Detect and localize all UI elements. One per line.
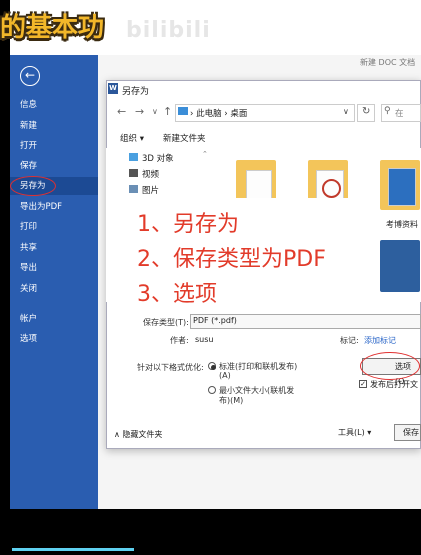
sidebar-item-export-pdf[interactable]: 导出为PDF xyxy=(10,198,98,216)
back-icon[interactable]: ← xyxy=(117,105,126,118)
pictures-icon xyxy=(129,185,138,193)
refresh-icon: ↻ xyxy=(362,106,371,117)
pc-icon xyxy=(178,107,188,115)
annotation-line-1: 1、另存为 xyxy=(137,212,239,237)
sidebar-item-save[interactable]: 保存 xyxy=(10,157,98,175)
author-label: 作者: xyxy=(170,336,189,345)
tree-item-videos[interactable]: 视频 xyxy=(142,168,159,180)
sidebar-item-options[interactable]: 选项 xyxy=(10,330,98,348)
folder-icon[interactable] xyxy=(380,160,420,210)
back-arrow-icon[interactable]: ← xyxy=(20,66,40,86)
address-path: › 此电脑 › 桌面 xyxy=(190,109,248,119)
save-button[interactable]: 保存 xyxy=(394,424,421,441)
new-folder-button[interactable]: 新建文件夹 xyxy=(163,132,206,144)
scroll-up-icon[interactable]: ⌃ xyxy=(202,150,208,158)
progress-accent xyxy=(12,548,134,551)
folder-icon[interactable] xyxy=(380,240,420,292)
document-title: 新建 DOC 文档 xyxy=(360,58,416,67)
tools-menu[interactable]: 工具(L) ▾ xyxy=(338,427,371,438)
annotation-line-2: 2、保存类型为PDF xyxy=(137,247,326,272)
dialog-title: 另存为 xyxy=(122,87,150,97)
open-after-publish-label: 发布后打开文 xyxy=(370,380,418,389)
sidebar-item-account[interactable]: 帐户 xyxy=(10,310,98,328)
author-field[interactable]: susu xyxy=(195,335,213,344)
tree-item-pictures[interactable]: 图片 xyxy=(142,184,159,196)
tag-label: 标记: xyxy=(340,336,359,345)
optimize-label: 针对以下格式优化: xyxy=(137,363,204,372)
3d-objects-icon xyxy=(129,153,138,161)
sidebar-item-open[interactable]: 打开 xyxy=(10,137,98,155)
sidebar-item-print[interactable]: 打印 xyxy=(10,218,98,236)
chevron-down-icon[interactable]: ∨ xyxy=(343,107,349,116)
radio-minimum-label-line2: 布)(M) xyxy=(219,396,244,405)
tree-item-3d-objects[interactable]: 3D 对象 xyxy=(142,152,174,164)
organize-menu[interactable]: 组织 ▾ xyxy=(120,132,144,144)
add-tag-link[interactable]: 添加标记 xyxy=(364,335,396,346)
refresh-button[interactable]: ↻ xyxy=(357,104,375,122)
watermark: bilibili xyxy=(126,18,211,43)
save-type-label: 保存类型(T): xyxy=(143,318,189,327)
up-icon[interactable]: ↑ xyxy=(163,105,172,118)
videos-icon xyxy=(129,169,138,177)
file-name: 考博资料 xyxy=(386,220,418,229)
radio-minimum-size[interactable] xyxy=(208,386,216,394)
word-doc-icon: W xyxy=(108,83,118,94)
search-placeholder: 在 xyxy=(395,109,404,119)
sidebar-item-export[interactable]: 导出 xyxy=(10,259,98,277)
open-after-publish-checkbox[interactable]: ✓ xyxy=(359,380,367,388)
sidebar-item-new[interactable]: 新建 xyxy=(10,117,98,135)
radio-standard-label-line2: (A) xyxy=(219,371,231,380)
video-border xyxy=(0,0,10,555)
sidebar-item-info[interactable]: 信息 xyxy=(10,96,98,114)
highlight-circle xyxy=(10,176,56,196)
annotation-line-3: 3、选项 xyxy=(137,282,217,307)
hide-folders-toggle[interactable]: ∧ 隐藏文件夹 xyxy=(114,429,162,440)
radio-standard-label-line1: 标准(打印和联机发布) xyxy=(219,362,298,371)
highlight-circle xyxy=(360,352,420,380)
video-caption: 的基本功 xyxy=(0,13,105,43)
recent-locations-icon[interactable]: ∨ xyxy=(152,107,158,116)
search-icon: ⚲ xyxy=(384,106,391,116)
forward-icon[interactable]: → xyxy=(135,105,144,118)
sidebar-item-close[interactable]: 关闭 xyxy=(10,280,98,298)
save-type-value: PDF (*.pdf) xyxy=(193,316,237,325)
radio-standard[interactable] xyxy=(208,362,216,370)
sidebar-item-share[interactable]: 共享 xyxy=(10,239,98,257)
